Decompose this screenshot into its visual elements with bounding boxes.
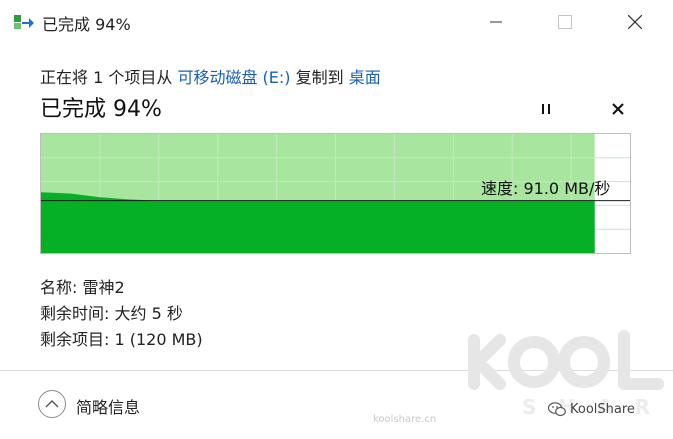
- watermark-site: koolshare.cn: [373, 414, 437, 425]
- items-remaining: 剩余项目: 1 (120 MB): [40, 330, 203, 349]
- watermark-brand: KoolShare: [548, 402, 635, 417]
- close-icon: [628, 15, 642, 29]
- title-bar: 已完成 94%: [0, 0, 673, 44]
- maximize-button: [542, 0, 588, 44]
- pause-button[interactable]: [533, 96, 559, 122]
- less-info-toggle[interactable]: [38, 390, 66, 418]
- cancel-button[interactable]: [605, 96, 631, 122]
- pause-icon: [542, 104, 550, 114]
- progress-title: 已完成 94%: [40, 97, 162, 122]
- minimize-icon: [490, 21, 502, 23]
- source-link[interactable]: 可移动磁盘 (E:): [177, 68, 290, 87]
- chevron-up-icon: [45, 400, 59, 408]
- copy-description: 正在将 1 个项目从 可移动磁盘 (E:) 复制到 桌面: [40, 64, 381, 88]
- cancel-icon: [612, 103, 624, 115]
- copy-progress-dialog: 已完成 94% 正在将 1 个项目从 可移动磁盘 (E:) 复制到 桌面 已完成…: [0, 0, 673, 439]
- file-name: 名称: 雷神2: [40, 278, 125, 297]
- window-title: 已完成 94%: [42, 15, 131, 34]
- close-button[interactable]: [612, 0, 658, 44]
- copy-prefix-text: 正在将 1 个项目从: [40, 68, 178, 87]
- watermark-brand-text: KoolShare: [570, 402, 635, 417]
- destination-link[interactable]: 桌面: [349, 68, 381, 87]
- copy-middle-text: 复制到: [290, 68, 349, 87]
- wechat-icon: [548, 402, 566, 417]
- speed-label: 速度: 91.0 MB/秒: [481, 179, 611, 198]
- less-info-link[interactable]: 简略信息: [76, 394, 140, 418]
- maximize-icon: [558, 15, 572, 29]
- minimize-button[interactable]: [473, 0, 519, 44]
- speed-area: [41, 192, 595, 253]
- time-remaining: 剩余时间: 大约 5 秒: [40, 304, 183, 323]
- copy-transfer-icon: [14, 14, 34, 30]
